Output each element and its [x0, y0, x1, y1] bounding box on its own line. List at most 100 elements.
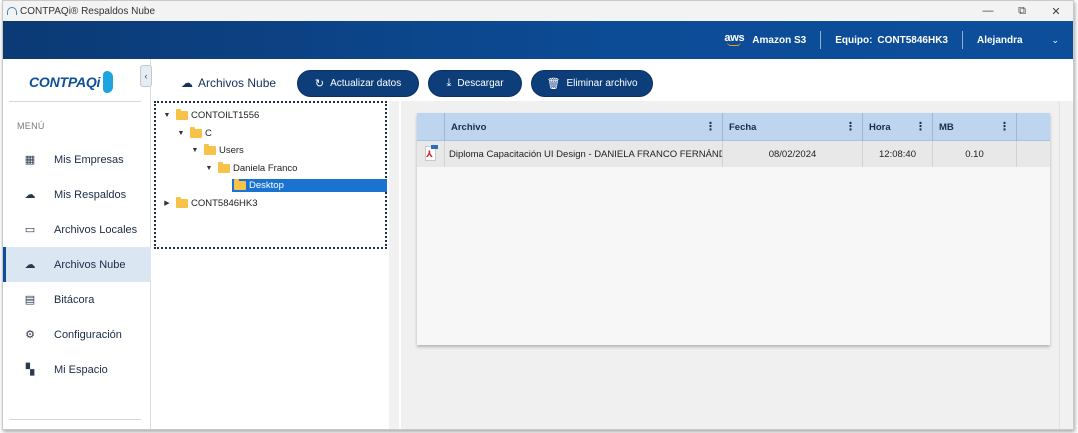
column-header-fecha[interactable]: Fecha ⋮ [723, 113, 863, 141]
column-header-archivo[interactable]: Archivo ⋮ [445, 113, 723, 141]
tree-node-label: CONT5846HK3 [191, 197, 258, 209]
gear-icon: ⚙ [25, 329, 35, 341]
column-menu-icon[interactable]: ⋮ [705, 120, 716, 133]
aws-logo: aws [724, 33, 745, 46]
tree-node[interactable]: Desktop [162, 177, 387, 195]
tree-node-label: Users [219, 145, 244, 157]
folder-tree: ▼ CONTOILT1556 ▼ C ▼ Users ▼ Daniela Franco Desk… [162, 107, 387, 212]
close-button[interactable]: ✕ [1039, 1, 1073, 21]
divider [9, 419, 141, 420]
column-menu-icon[interactable]: ⋮ [915, 120, 926, 133]
window-controls: — ⧉ ✕ [971, 1, 1073, 21]
grid-header: Archivo ⋮ Fecha ⋮ Hora ⋮ MB ⋮ [417, 113, 1050, 141]
restore-button[interactable]: ⧉ [1005, 1, 1039, 21]
user-menu[interactable]: Alejandra ⌄ [963, 31, 1073, 49]
menu-label: MENÚ [17, 121, 45, 131]
selected-node-highlight[interactable]: Desktop [232, 179, 387, 193]
contpaqi-logo: CONTPAQi [29, 67, 114, 97]
tree-scrollbar[interactable] [389, 101, 399, 429]
tree-node[interactable]: ▼ Users [162, 142, 387, 160]
storage-label: Amazon S3 [750, 31, 820, 49]
files-grid: Archivo ⋮ Fecha ⋮ Hora ⋮ MB ⋮ ⅄ Diploma … [417, 113, 1050, 345]
page-title-text: Archivos Nube [198, 76, 277, 90]
pdf-file-icon: ⅄ [423, 145, 439, 163]
minimize-button[interactable]: — [971, 1, 1005, 21]
sidebar-item-mi-espacio[interactable]: ▚ Mi Espacio [3, 352, 151, 387]
logo-mark-icon [103, 71, 114, 93]
sidebar-item-label: Archivos Nube [54, 258, 126, 271]
app-cloud-icon [7, 7, 17, 15]
folder-icon [204, 144, 216, 156]
folder-tree-panel: ▼ CONTOILT1556 ▼ C ▼ Users ▼ Daniela Franco Desk… [154, 101, 387, 249]
refresh-button[interactable]: ↻ Actualizar datos [297, 69, 420, 97]
collapse-arrow-icon[interactable]: ▼ [190, 147, 200, 154]
tree-node[interactable]: ▶ CONT5846HK3 [162, 195, 387, 213]
refresh-icon: ↻ [314, 77, 325, 90]
sidebar-item-archivos-locales[interactable]: ▭ Archivos Locales [3, 212, 151, 247]
tree-node[interactable]: ▼ C [162, 125, 387, 143]
expand-arrow-icon[interactable]: ▶ [162, 199, 172, 207]
clipboard-icon: ▤ [24, 294, 36, 306]
refresh-label: Actualizar datos [330, 77, 402, 89]
sidebar-item-configuracion[interactable]: ⚙ Configuración [3, 317, 151, 352]
column-label: Hora [869, 121, 891, 133]
cell-hora: 12:08:40 [863, 141, 933, 167]
tree-node[interactable]: ▼ Daniela Franco [162, 160, 387, 178]
files-area: Archivo ⋮ Fecha ⋮ Hora ⋮ MB ⋮ ⅄ Diploma … [401, 101, 1059, 429]
sidebar: CONTPAQi ‹ MENÚ ▦ Mis Empresas ☁ Mis Respal… [3, 59, 152, 429]
column-menu-icon[interactable]: ⋮ [999, 120, 1010, 133]
grid-header-icon-col [417, 113, 445, 141]
collapse-arrow-icon[interactable]: ▼ [176, 130, 186, 137]
tree-node-label: Daniela Franco [233, 162, 298, 174]
cloud-icon: ☁ [24, 189, 36, 201]
folder-icon [176, 196, 188, 208]
sidebar-item-archivos-nube[interactable]: ☁ Archivos Nube [3, 247, 151, 282]
grid-scrollbar[interactable] [1059, 101, 1073, 429]
tree-node-label: C [205, 127, 212, 139]
collapse-arrow-icon[interactable]: ▼ [204, 165, 214, 172]
trash-icon: 🗑 [546, 77, 561, 90]
header-right: aws Amazon S3 Equipo: CONT5846HK3 Alejan… [724, 21, 1073, 59]
tree-node-label: CONTOILT1556 [191, 110, 260, 122]
column-header-hora[interactable]: Hora ⋮ [863, 113, 933, 141]
equipo-value: CONT5846HK3 [877, 34, 948, 46]
cell-mb: 0.10 [933, 141, 1017, 167]
collapse-arrow-icon[interactable]: ▼ [162, 112, 172, 119]
building-icon: ▦ [24, 154, 36, 166]
column-header-mb[interactable]: MB ⋮ [933, 113, 1017, 141]
sidebar-nav: ▦ Mis Empresas ☁ Mis Respaldos ▭ Archivos Loc… [3, 142, 151, 387]
sidebar-item-mis-empresas[interactable]: ▦ Mis Empresas [3, 142, 151, 177]
folder-icon [218, 161, 230, 173]
dashboard-icon: ▚ [25, 364, 35, 376]
top-header: aws Amazon S3 Equipo: CONT5846HK3 Alejan… [3, 21, 1073, 59]
cloud-upload-icon: ☁ [181, 76, 193, 90]
table-row[interactable]: ⅄ Diploma Capacitación UI Design - DANIE… [417, 141, 1050, 167]
page-title: ☁ Archivos Nube [181, 76, 276, 90]
aws-smile-icon [727, 42, 742, 46]
tree-node[interactable]: ▼ CONTOILT1556 [162, 107, 387, 125]
sidebar-item-label: Configuración [54, 328, 122, 341]
download-button[interactable]: ⤓ Descargar [428, 69, 523, 97]
equipo-info: Equipo: CONT5846HK3 [821, 31, 962, 49]
sidebar-item-label: Mi Espacio [54, 363, 108, 376]
column-label: MB [939, 121, 954, 133]
cell-fecha: 08/02/2024 [723, 141, 863, 167]
sidebar-collapse-button[interactable]: ‹ [140, 65, 152, 87]
cloud-upload-icon: ☁ [24, 259, 36, 271]
delete-file-button[interactable]: 🗑 Eliminar archivo [531, 69, 654, 97]
tree-node-label: Desktop [249, 180, 284, 192]
sidebar-item-bitacora[interactable]: ▤ Bitácora [3, 282, 151, 317]
download-label: Descargar [457, 77, 504, 89]
title-bar: CONTPAQi® Respaldos Nube — ⧉ ✕ [3, 1, 1073, 21]
folder-icon [176, 109, 188, 121]
column-menu-icon[interactable]: ⋮ [845, 120, 856, 133]
sidebar-item-mis-respaldos[interactable]: ☁ Mis Respaldos [3, 177, 151, 212]
file-type-cell: ⅄ [417, 141, 445, 167]
divider [9, 101, 141, 102]
equipo-label: Equipo: [835, 34, 873, 46]
chevron-down-icon: ⌄ [1051, 34, 1059, 45]
logo-text: CONTPAQi [29, 74, 101, 90]
window-title: CONTPAQi® Respaldos Nube [20, 5, 156, 17]
folder-icon [190, 126, 202, 138]
sidebar-item-label: Mis Respaldos [54, 188, 127, 201]
